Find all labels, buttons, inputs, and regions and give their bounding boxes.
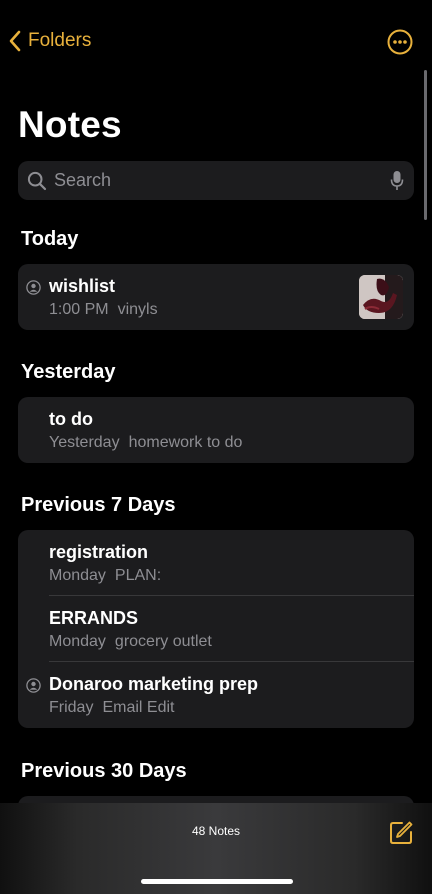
note-thumbnail: [359, 275, 403, 319]
notes-group-yesterday: to do Yesterday homework to do: [18, 397, 414, 463]
note-item-errands[interactable]: ERRANDS Monday grocery outlet: [18, 596, 414, 662]
shared-person-icon: [26, 678, 41, 693]
note-title: ERRANDS: [49, 608, 139, 628]
note-preview: grocery outlet: [114, 633, 212, 650]
note-preview: PLAN:: [114, 567, 162, 584]
more-options-button[interactable]: [387, 29, 413, 55]
note-subtitle: Monday grocery outlet: [49, 633, 212, 651]
note-item-registration[interactable]: registration Monday PLAN:: [18, 530, 414, 596]
section-header-previous-30-days: Previous 30 Days: [21, 760, 187, 782]
note-title: registration: [49, 542, 149, 562]
note-subtitle: 1:00 PM vinyls: [49, 301, 158, 319]
back-to-folders-button[interactable]: Folders: [8, 26, 91, 56]
note-title: wishlist: [49, 276, 116, 296]
section-header-yesterday: Yesterday: [21, 361, 116, 383]
note-date: Friday: [49, 699, 94, 716]
bottom-toolbar: 48 Notes: [0, 803, 432, 894]
chevron-left-icon: [9, 30, 21, 52]
note-date: 1:00 PM: [49, 301, 109, 318]
note-date: Monday: [49, 633, 106, 650]
notes-count: 48 Notes: [191, 824, 241, 838]
note-preview: vinyls: [117, 301, 158, 318]
note-date: Yesterday: [49, 434, 120, 451]
note-preview: Email Edit: [102, 699, 175, 716]
compose-icon: [390, 821, 413, 844]
search-icon: [27, 171, 47, 190]
page-title: Notes: [18, 104, 122, 145]
note-date: Monday: [49, 567, 106, 584]
search-input[interactable]: [54, 170, 390, 191]
section-header-today: Today: [21, 228, 79, 250]
note-preview: homework to do: [128, 434, 243, 451]
note-item-donaroo-marketing-prep[interactable]: Donaroo marketing prep Friday Email Edit: [18, 662, 414, 728]
back-button-label: Folders: [28, 30, 92, 51]
note-item-to-do[interactable]: to do Yesterday homework to do: [18, 397, 414, 463]
ellipsis-circle-icon: [387, 29, 413, 55]
note-title: to do: [49, 409, 93, 429]
scroll-indicator[interactable]: [424, 70, 427, 220]
notes-group-previous-7-days: registration Monday PLAN: ERRANDS Monday g…: [18, 530, 414, 728]
note-subtitle: Monday PLAN:: [49, 567, 161, 585]
note-item-wishlist[interactable]: wishlist 1:00 PM vinyls: [18, 264, 414, 330]
shared-person-icon: [26, 280, 41, 295]
notes-group-today: wishlist 1:00 PM vinyls: [18, 264, 414, 330]
new-note-button[interactable]: [388, 820, 414, 846]
note-title: Donaroo marketing prep: [49, 674, 259, 694]
note-subtitle: Friday Email Edit: [49, 699, 174, 717]
section-header-previous-7-days: Previous 7 Days: [21, 494, 176, 516]
note-subtitle: Yesterday homework to do: [49, 434, 242, 452]
search-bar[interactable]: [18, 161, 414, 200]
navigation-bar: Folders: [0, 0, 432, 82]
home-indicator[interactable]: [141, 879, 293, 884]
microphone-icon[interactable]: [390, 170, 404, 192]
